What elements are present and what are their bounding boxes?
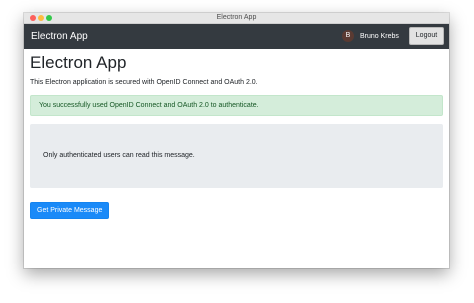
user-name: Bruno Krebs [360, 32, 399, 40]
window-title: Electron App [216, 14, 257, 21]
app-window: Electron App Electron App B Bruno Krebs … [24, 13, 449, 268]
window-titlebar: Electron App [24, 13, 449, 24]
jumbotron: Only authenticated users can read this m… [30, 124, 443, 188]
logout-button[interactable]: Logout [409, 27, 444, 45]
jumbotron-message: Only authenticated users can read this m… [43, 152, 195, 159]
navbar-brand[interactable]: Electron App [31, 24, 88, 49]
avatar: B [342, 30, 354, 42]
get-private-message-button[interactable]: Get Private Message [30, 202, 110, 219]
success-alert: You successfully used OpenID Connect and… [30, 95, 443, 116]
page-subtitle: This Electron application is secured wit… [30, 79, 258, 86]
user-info: B Bruno Krebs [342, 30, 399, 42]
main-content: Electron App This Electron application i… [30, 49, 443, 219]
page-title: Electron App [30, 53, 127, 72]
navbar: Electron App B Bruno Krebs Logout [24, 24, 449, 49]
